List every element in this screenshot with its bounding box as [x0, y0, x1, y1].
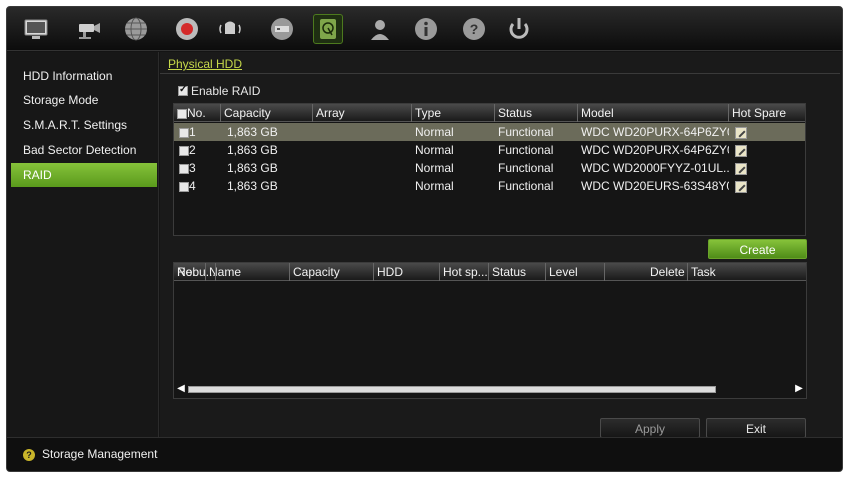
column-header-status[interactable]: Status [495, 104, 578, 122]
model-cell: WDC WD20PURX-64P6ZY0 [581, 125, 729, 139]
column-header-no[interactable]: No. [174, 104, 221, 122]
column-header-model[interactable]: Model [578, 104, 729, 122]
type-cell: Normal [415, 161, 454, 175]
sidebar-item-bad-sector-detection[interactable]: Bad Sector Detection [11, 138, 157, 162]
column-header-capacity[interactable]: Capacity [290, 263, 374, 281]
row-no-cell: 4 [176, 177, 221, 195]
edit-icon[interactable] [735, 144, 747, 157]
scroll-left-icon[interactable]: ◀ [176, 383, 186, 395]
device-icon[interactable] [267, 14, 297, 44]
row-checkbox[interactable] [179, 127, 189, 138]
hdd-table: No. Capacity Array Type Status Model Hot… [173, 103, 806, 236]
capacity-cell: 1,863 GB [227, 125, 278, 139]
type-cell: Normal [415, 143, 454, 157]
sidebar-item-raid[interactable]: RAID [11, 163, 157, 187]
status-cell: Functional [498, 143, 554, 157]
storage-icon[interactable] [313, 14, 343, 44]
array-table-header: No. Name Capacity HDD Hot sp... Status L… [174, 263, 806, 281]
capacity-cell: 1,863 GB [227, 161, 278, 175]
table-row[interactable]: 3 1,863 GB Normal Functional WDC WD2000F… [174, 159, 805, 177]
network-icon[interactable] [121, 14, 151, 44]
apply-button[interactable]: Apply [600, 418, 700, 438]
column-header-capacity[interactable]: Capacity [221, 104, 313, 122]
row-no-cell: 2 [176, 141, 221, 159]
tab-bar: Physical HDD [160, 56, 840, 74]
table-row[interactable]: 2 1,863 GB Normal Functional WDC WD20PUR… [174, 141, 805, 159]
select-all-checkbox[interactable] [177, 108, 187, 119]
row-checkbox[interactable] [179, 145, 189, 156]
svg-text:?: ? [470, 21, 479, 37]
array-cell [313, 141, 412, 159]
hot-spare-cell [732, 159, 792, 177]
app-window: ? HDD Information Storage Mode S.M.A.R.T… [6, 6, 843, 472]
capacity-cell: 1,863 GB [227, 143, 278, 157]
enable-raid-checkbox[interactable]: Enable RAID [178, 84, 260, 98]
model-cell: WDC WD2000FYYZ-01UL... [581, 161, 729, 175]
info-icon[interactable] [411, 14, 441, 44]
status-cell: Functional [498, 125, 554, 139]
scrollbar-track[interactable] [188, 386, 716, 393]
table-row[interactable]: 1 1,863 GB Normal Functional WDC WD20PUR… [174, 123, 805, 141]
tab-physical-hdd[interactable]: Physical HDD [168, 57, 242, 71]
sidebar: HDD Information Storage Mode S.M.A.R.T. … [7, 52, 159, 437]
hdd-table-header: No. Capacity Array Type Status Model Hot… [174, 104, 805, 122]
model-cell: WDC WD20PURX-64P6ZY0 [581, 143, 729, 157]
row-no-cell: 3 [176, 159, 221, 177]
sidebar-item-hdd-information[interactable]: HDD Information [11, 64, 157, 88]
array-cell [313, 159, 412, 177]
alarm-icon[interactable] [215, 14, 245, 44]
checkbox-icon[interactable] [178, 84, 188, 96]
row-checkbox[interactable] [179, 181, 189, 192]
edit-icon[interactable] [735, 126, 747, 139]
model-cell: WDC WD20EURS-63S48Y0 [581, 179, 729, 193]
column-header-level[interactable]: Level [546, 263, 605, 281]
hot-spare-cell [732, 177, 792, 195]
create-button[interactable]: Create [708, 239, 807, 259]
row-checkbox[interactable] [179, 163, 189, 174]
exit-button[interactable]: Exit [706, 418, 806, 438]
capacity-cell: 1,863 GB [227, 179, 278, 193]
array-cell [313, 177, 412, 195]
row-no-cell: 1 [176, 123, 221, 141]
hot-spare-cell [732, 123, 792, 141]
status-text: Storage Management [42, 447, 158, 461]
enable-raid-label: Enable RAID [191, 84, 261, 98]
array-table: No. Name Capacity HDD Hot sp... Status L… [173, 262, 807, 399]
power-icon[interactable] [504, 14, 534, 44]
column-header-status[interactable]: Status [489, 263, 546, 281]
edit-icon[interactable] [735, 180, 747, 193]
column-header-hot-spare[interactable]: Hot sp... [440, 263, 489, 281]
monitor-icon[interactable] [21, 14, 51, 44]
status-bar: ? Storage Management [7, 437, 842, 471]
sidebar-item-storage-mode[interactable]: Storage Mode [11, 88, 157, 112]
column-header-name[interactable]: Name [206, 263, 290, 281]
sidebar-item-smart-settings[interactable]: S.M.A.R.T. Settings [11, 113, 157, 137]
column-header-hot-spare[interactable]: Hot Spare [729, 104, 796, 122]
table-row[interactable]: 4 1,863 GB Normal Functional WDC WD20EUR… [174, 177, 805, 195]
type-cell: Normal [415, 179, 454, 193]
type-cell: Normal [415, 125, 454, 139]
horizontal-scrollbar[interactable]: ◀ ▶ [176, 383, 804, 395]
column-header-rebuild[interactable]: Rebu... [174, 263, 216, 281]
record-icon[interactable] [172, 14, 202, 44]
help-icon[interactable]: ? [459, 14, 489, 44]
main-panel: Physical HDD Enable RAID No. Capacity Ar… [160, 52, 842, 438]
column-header-delete[interactable]: Delete [647, 263, 688, 281]
column-header-task[interactable]: Task [688, 263, 806, 281]
top-toolbar: ? [7, 7, 842, 51]
column-header-type[interactable]: Type [412, 104, 495, 122]
status-cell: Functional [498, 161, 554, 175]
help-status-icon: ? [23, 449, 35, 461]
status-cell: Functional [498, 179, 554, 193]
edit-icon[interactable] [735, 162, 747, 175]
user-icon[interactable] [365, 14, 395, 44]
camera-icon[interactable] [74, 14, 104, 44]
scroll-right-icon[interactable]: ▶ [794, 383, 804, 395]
column-header-hdd[interactable]: HDD [374, 263, 440, 281]
array-cell [313, 123, 412, 141]
column-header-array[interactable]: Array [313, 104, 412, 122]
hot-spare-cell [732, 141, 792, 159]
